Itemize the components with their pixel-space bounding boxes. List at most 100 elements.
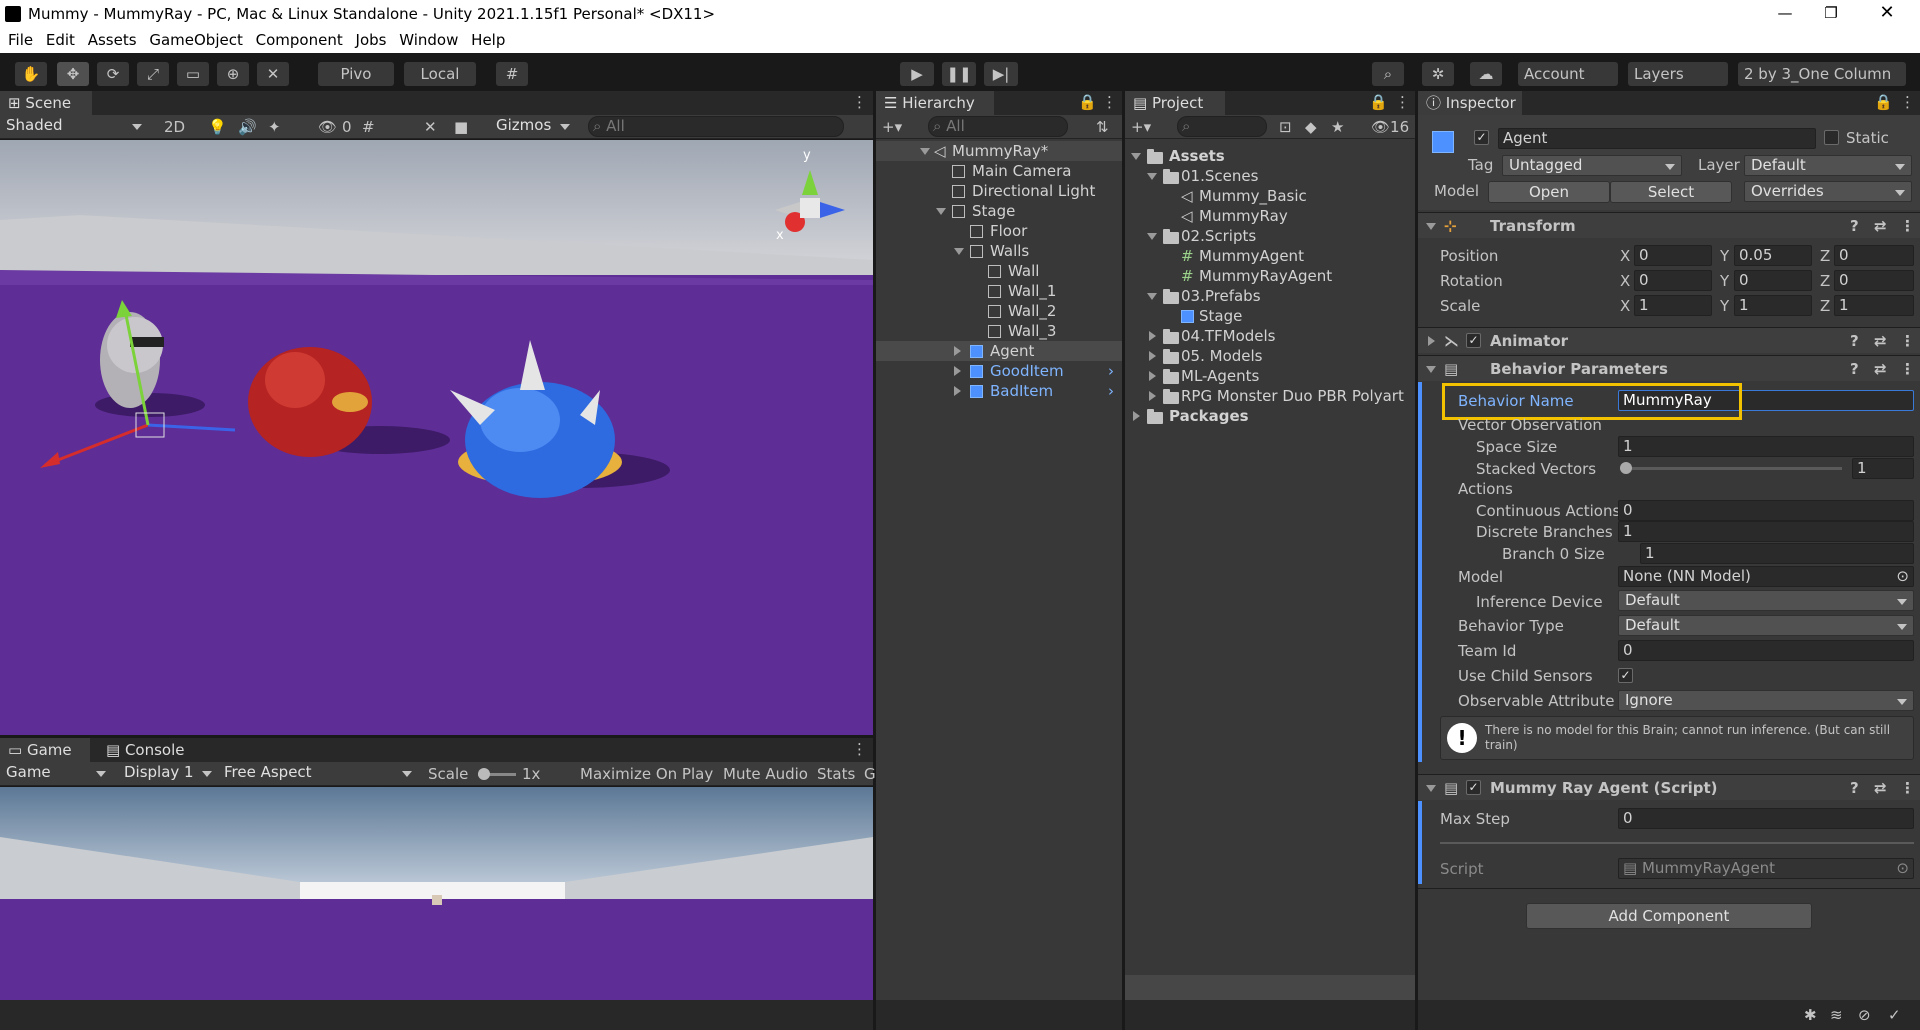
animator-enabled-checkbox[interactable]: ✓ [1466,333,1481,348]
project-row-mummyagent[interactable]: # MummyAgent [1125,246,1415,266]
rotation-y-input[interactable]: 0 [1734,270,1812,291]
lock-icon[interactable]: 🔒 [1369,93,1388,111]
rotation-z-input[interactable]: 0 [1834,270,1914,291]
add-icon[interactable]: +▾ [1131,115,1151,139]
lock-icon[interactable]: 🔒 [1874,93,1893,111]
play-button[interactable]: ▶ [900,62,934,86]
hierarchy-row-walls[interactable]: Walls [876,241,1122,261]
kebab-menu-icon[interactable]: ⋮ [852,740,867,758]
project-row-stage-prefab[interactable]: Stage [1125,306,1415,326]
star-icon[interactable]: ★ [1331,115,1344,139]
close-button[interactable]: ✕ [1864,0,1910,28]
behavior-type-dropdown[interactable]: Default [1618,615,1914,636]
observable-attribute-dropdown[interactable]: Ignore [1618,690,1914,711]
scene-view[interactable]: y x [0,140,873,735]
help-icon[interactable]: ? [1850,775,1859,801]
project-row-assets[interactable]: Assets [1125,146,1415,166]
scale-slider[interactable] [478,768,516,780]
kebab-menu-icon[interactable]: ⋮ [1900,93,1915,111]
continuous-actions-input[interactable]: 0 [1618,500,1914,521]
space-size-input[interactable]: 1 [1618,436,1914,457]
agent-script-header[interactable]: ▤ ✓ Mummy Ray Agent (Script) ? ⇄ ⋮ [1418,774,1920,800]
overrides-dropdown[interactable]: Overrides [1744,181,1912,202]
stacked-vectors-slider[interactable] [1620,462,1842,474]
position-y-input[interactable]: 0.05 [1734,245,1812,266]
lock-icon[interactable]: 🔒 [1078,93,1097,111]
hierarchy-row-directional-light[interactable]: Directional Light [876,181,1122,201]
project-row-prefabs[interactable]: 03.Prefabs [1125,286,1415,306]
layers-dropdown[interactable]: Layers [1628,62,1728,86]
menu-gameobject[interactable]: GameObject [149,31,243,49]
hand-tool-icon[interactable]: ✋ [15,62,47,86]
progress-icon[interactable]: ✓ [1888,1006,1901,1024]
menu-assets[interactable]: Assets [88,31,137,49]
project-row-scripts[interactable]: 02.Scripts [1125,226,1415,246]
add-component-button[interactable]: Add Component [1526,903,1812,929]
hierarchy-row-stage[interactable]: Stage [876,201,1122,221]
project-search-input[interactable]: ⌕ [1177,116,1267,137]
scale-x-input[interactable]: 1 [1634,295,1712,316]
project-row-packages[interactable]: Packages [1125,406,1415,426]
layout-dropdown[interactable]: 2 by 3_One Column [1738,62,1906,86]
stacked-vectors-input[interactable]: 1 [1852,458,1914,479]
rotation-x-input[interactable]: 0 [1634,270,1712,291]
local-toggle[interactable]: Local [404,62,476,86]
mute-audio-toggle[interactable]: Mute Audio [723,762,808,786]
gizmos-toggle[interactable]: G [864,762,876,786]
menu-window[interactable]: Window [399,31,458,49]
custom-tool-icon[interactable]: ✕ [257,62,289,86]
object-picker-icon[interactable]: ⊙ [1896,567,1909,586]
search-icon[interactable]: ⌕ [1372,62,1404,86]
transform-header[interactable]: ⊹ Transform ? ⇄ ⋮ [1418,212,1920,238]
use-child-sensors-checkbox[interactable]: ✓ [1618,668,1633,683]
project-row-tfmodels[interactable]: 04.TFModels [1125,326,1415,346]
maximize-button[interactable]: ❐ [1808,0,1854,28]
preset-icon[interactable]: ⇄ [1874,356,1887,382]
filter-icon[interactable]: ⇅ [1096,115,1109,139]
active-checkbox[interactable]: ✓ [1474,130,1489,145]
tab-hierarchy[interactable]: ☰ Hierarchy [876,91,994,115]
tab-project[interactable]: ▤ Project [1125,91,1225,115]
project-row-rpg-monster[interactable]: RPG Monster Duo PBR Polyart [1125,386,1415,406]
hierarchy-row-wall-1[interactable]: Wall_1 [876,281,1122,301]
menu-jobs[interactable]: Jobs [356,31,387,49]
behavior-parameters-header[interactable]: ▤ Behavior Parameters ? ⇄ ⋮ [1418,355,1920,381]
project-row-ml-agents[interactable]: ML-Agents [1125,366,1415,386]
collab-icon[interactable]: ✲ [1422,62,1454,86]
step-button[interactable]: ▶| [984,62,1018,86]
open-prefab-button[interactable]: Open [1488,181,1610,203]
scene-search-input[interactable]: ⌕ All [588,116,844,137]
stats-toggle[interactable]: Stats [817,762,855,786]
hierarchy-row-main-camera[interactable]: Main Camera [876,161,1122,181]
tab-inspector[interactable]: ⓘ Inspector [1418,91,1522,115]
pivot-toggle[interactable]: Pivo [318,62,394,86]
branch-0-size-input[interactable]: 1 [1640,543,1914,564]
audio-icon[interactable]: 🔊 [238,115,257,139]
game-view[interactable] [0,787,873,1000]
scale-z-input[interactable]: 1 [1834,295,1914,316]
help-icon[interactable]: ? [1850,328,1859,354]
cache-icon[interactable]: ≋ [1830,1006,1843,1024]
account-dropdown[interactable]: Account [1518,62,1618,86]
animator-header[interactable]: ⋋ ✓ Animator ? ⇄ ⋮ [1418,327,1920,353]
kebab-menu-icon[interactable]: ⋮ [1395,93,1410,111]
inference-device-dropdown[interactable]: Default [1618,590,1914,611]
object-name-input[interactable]: Agent [1498,128,1816,149]
static-checkbox[interactable] [1824,130,1839,145]
bug-icon[interactable]: ✱ [1804,1006,1817,1024]
preset-icon[interactable]: ⇄ [1874,213,1887,239]
tab-game[interactable]: ▭ Game [0,738,90,762]
rect-tool-icon[interactable]: ▭ [177,62,209,86]
hierarchy-row-floor[interactable]: Floor [876,221,1122,241]
pause-button[interactable]: ❚❚ [942,62,976,86]
kebab-menu-icon[interactable]: ⋮ [1900,775,1915,801]
rotate-tool-icon[interactable]: ⟳ [97,62,129,86]
shading-dropdown[interactable]: Shaded [0,116,148,137]
position-z-input[interactable]: 0 [1834,245,1914,266]
project-row-models[interactable]: 05. Models [1125,346,1415,366]
project-row-mummyrayagent[interactable]: # MummyRayAgent [1125,266,1415,286]
grid-icon[interactable]: # [362,115,375,139]
help-icon[interactable]: ? [1850,213,1859,239]
hierarchy-row-wall[interactable]: Wall [876,261,1122,281]
filter-type-icon[interactable]: ⊡ [1279,115,1292,139]
